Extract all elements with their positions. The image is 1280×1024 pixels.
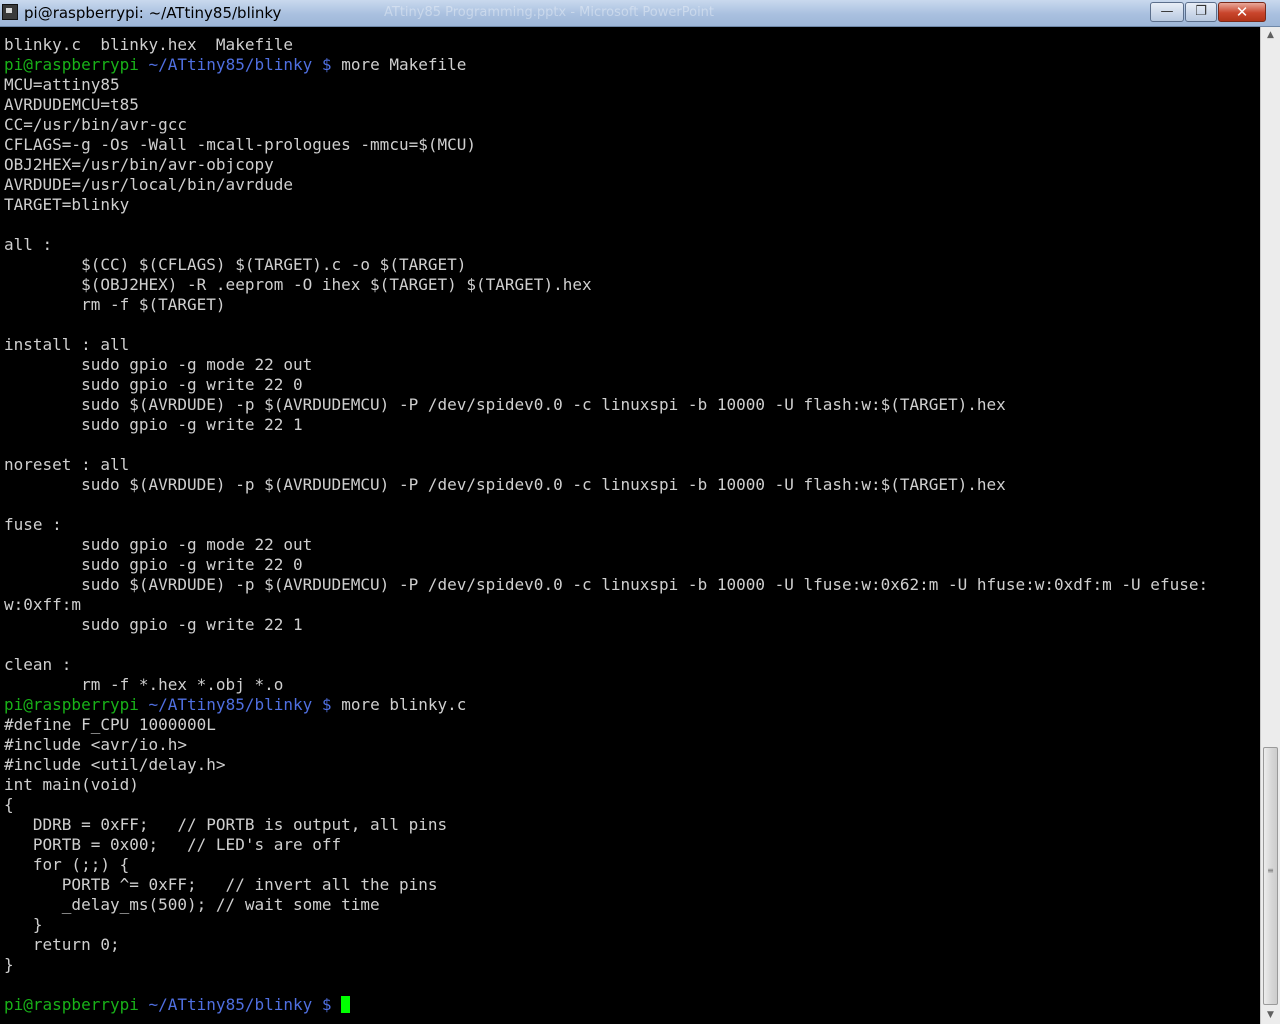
output-line: clean : [4, 655, 72, 674]
output-line: #include <util/delay.h> [4, 755, 226, 774]
output-line: sudo gpio -g mode 22 out [4, 355, 313, 374]
output-line: PORTB = 0x00; // LED's are off [4, 835, 342, 854]
output-line: for (;;) { [4, 855, 130, 874]
command-text: more blinky.c [341, 695, 467, 714]
output-line: AVRDUDEMCU=t85 [4, 95, 139, 114]
output-line: { [4, 795, 14, 814]
maximize-button[interactable]: ❐ [1185, 2, 1217, 22]
vertical-scrollbar[interactable]: ▲ ≡ ▼ [1260, 27, 1280, 1024]
output-line: blinky.c blinky.hex Makefile [4, 35, 293, 54]
output-line: CFLAGS=-g -Os -Wall -mcall-prologues -mm… [4, 135, 477, 154]
output-line: return 0; [4, 935, 120, 954]
prompt-symbol: $ [321, 695, 332, 714]
output-line: sudo $(AVRDUDE) -p $(AVRDUDEMCU) -P /dev… [4, 575, 1209, 594]
output-line: rm -f *.hex *.obj *.o [4, 675, 284, 694]
background-window-title: ATtiny85 Programming.pptx - Microsoft Po… [384, 5, 715, 20]
output-line: DDRB = 0xFF; // PORTB is output, all pin… [4, 815, 448, 834]
prompt-user: pi@raspberrypi [4, 695, 139, 714]
scroll-down-arrow-icon[interactable]: ▼ [1261, 1007, 1280, 1024]
terminal-output[interactable]: blinky.c blinky.hex Makefile pi@raspberry… [0, 27, 1260, 1024]
output-line: OBJ2HEX=/usr/bin/avr-objcopy [4, 155, 274, 174]
output-line: sudo $(AVRDUDE) -p $(AVRDUDEMCU) -P /dev… [4, 395, 1006, 414]
scroll-up-arrow-icon[interactable]: ▲ [1261, 27, 1280, 44]
minimize-button[interactable]: — [1150, 2, 1184, 22]
output-line: #define F_CPU 1000000L [4, 715, 216, 734]
output-line: #include <avr/io.h> [4, 735, 188, 754]
output-line: fuse : [4, 515, 62, 534]
putty-icon[interactable] [2, 4, 18, 20]
output-line: } [4, 955, 14, 974]
output-line: sudo gpio -g write 22 1 [4, 615, 303, 634]
output-line: int main(void) [4, 775, 139, 794]
output-line: MCU=attiny85 [4, 75, 120, 94]
output-line: $(CC) $(CFLAGS) $(TARGET).c -o $(TARGET) [4, 255, 467, 274]
window-title: pi@raspberrypi: ~/ATtiny85/blinky [24, 4, 282, 22]
output-line: $(OBJ2HEX) -R .eeprom -O ihex $(TARGET) … [4, 275, 592, 294]
prompt-line: pi@raspberrypi ~/ATtiny85/blinky $ more … [4, 695, 466, 715]
prompt-path: ~/ATtiny85/blinky [148, 695, 313, 714]
output-line: sudo $(AVRDUDE) -p $(AVRDUDEMCU) -P /dev… [4, 475, 1006, 494]
scrollbar-thumb[interactable]: ≡ [1263, 747, 1278, 1005]
output-line: install : all [4, 335, 130, 354]
prompt-line: pi@raspberrypi ~/ATtiny85/blinky $ more … [4, 55, 466, 75]
output-line: AVRDUDE=/usr/local/bin/avrdude [4, 175, 293, 194]
prompt-symbol: $ [321, 995, 332, 1014]
output-line: rm -f $(TARGET) [4, 295, 226, 314]
output-line: sudo gpio -g write 22 1 [4, 415, 303, 434]
prompt-user: pi@raspberrypi [4, 995, 139, 1014]
prompt-path: ~/ATtiny85/blinky [148, 995, 313, 1014]
output-line: noreset : all [4, 455, 130, 474]
prompt-user: pi@raspberrypi [4, 55, 139, 74]
grip-icon: ≡ [1267, 866, 1274, 875]
terminal-window: pi@raspberrypi: ~/ATtiny85/blinky ATtiny… [0, 0, 1280, 1024]
output-line: sudo gpio -g mode 22 out [4, 535, 313, 554]
output-line: all : [4, 235, 53, 254]
title-bar[interactable]: pi@raspberrypi: ~/ATtiny85/blinky ATtiny… [0, 0, 1280, 27]
output-line: TARGET=blinky [4, 195, 130, 214]
close-button[interactable]: ✕ [1218, 2, 1266, 22]
prompt-path: ~/ATtiny85/blinky [148, 55, 313, 74]
text-cursor [341, 996, 351, 1013]
command-text: more Makefile [341, 55, 467, 74]
output-line: sudo gpio -g write 22 0 [4, 555, 303, 574]
output-line: w:0xff:m [4, 595, 82, 614]
output-line: } [4, 915, 43, 934]
prompt-line: pi@raspberrypi ~/ATtiny85/blinky $ [4, 995, 351, 1015]
output-line: sudo gpio -g write 22 0 [4, 375, 303, 394]
output-line: _delay_ms(500); // wait some time [4, 895, 380, 914]
output-line: CC=/usr/bin/avr-gcc [4, 115, 188, 134]
prompt-symbol: $ [321, 55, 332, 74]
output-line: PORTB ^= 0xFF; // invert all the pins [4, 875, 438, 894]
